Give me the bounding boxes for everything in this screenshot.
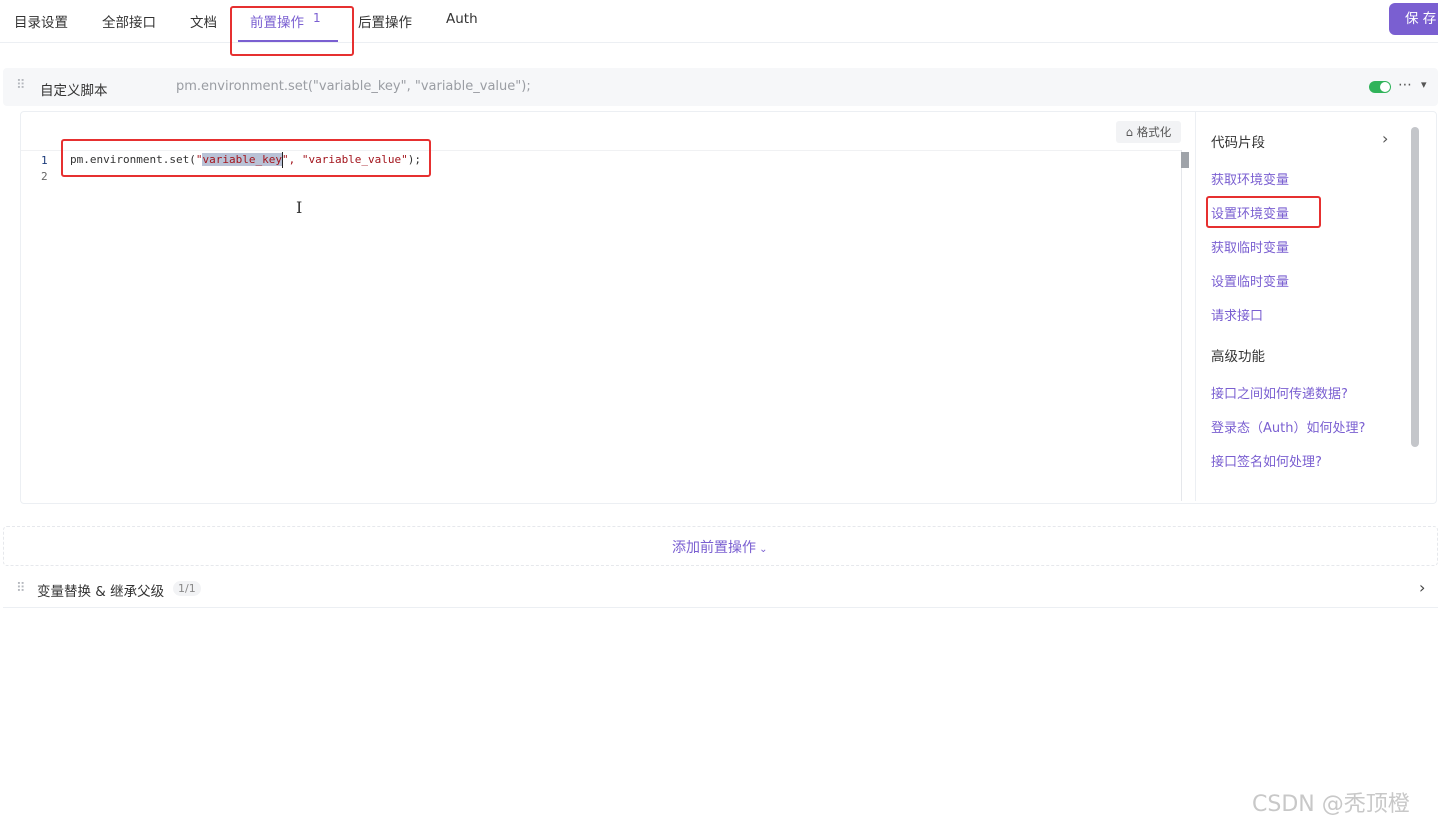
highlight-box-snippet (1206, 196, 1321, 228)
format-button-label: 格式化 (1136, 125, 1172, 139)
tab-post-operations[interactable]: 后置操作 (358, 11, 412, 31)
watermark: CSDN @秃顶橙 (1252, 792, 1410, 817)
ellipsis-icon[interactable]: ⋯ (1398, 77, 1412, 93)
chevron-down-icon[interactable]: ▾ (1421, 78, 1427, 91)
highlight-box-tab (230, 6, 354, 56)
tab-auth[interactable]: Auth (446, 11, 478, 27)
line-number: 1 (41, 154, 48, 167)
help-link-signature[interactable]: 接口签名如何处理? (1211, 451, 1322, 470)
help-link-pass-data[interactable]: 接口之间如何传递数据? (1211, 383, 1348, 402)
tab-all-endpoints[interactable]: 全部接口 (102, 11, 156, 31)
editor-divider (1181, 150, 1182, 501)
line-number: 2 (41, 170, 48, 183)
script-card-preview: pm.environment.set("variable_key", "vari… (176, 79, 531, 94)
tab-directory-settings[interactable]: 目录设置 (14, 11, 68, 31)
snippet-request-api[interactable]: 请求接口 (1211, 305, 1263, 324)
editor-scrollbar-thumb[interactable] (1181, 152, 1189, 168)
snippet-get-env-var[interactable]: 获取环境变量 (1211, 169, 1289, 188)
snippets-title: 代码片段 (1211, 135, 1265, 151)
snippet-panel-divider (1195, 112, 1196, 501)
add-pre-operation-label: 添加前置操作 (672, 540, 756, 556)
text-cursor-icon: I (296, 198, 303, 217)
chevron-right-icon[interactable]: › (1419, 578, 1425, 597)
snippet-panel-scrollbar[interactable] (1411, 127, 1419, 447)
variable-section-header[interactable] (3, 569, 1438, 608)
drag-handle-icon[interactable]: ⠿ (16, 78, 25, 93)
add-pre-operation-button[interactable]: 添加前置操作 ⌄ (672, 537, 768, 557)
highlight-box-code (61, 139, 431, 177)
script-card-title: 自定义脚本 (40, 83, 108, 99)
advanced-title: 高级功能 (1211, 349, 1265, 365)
snippet-set-temp-var[interactable]: 设置临时变量 (1211, 271, 1289, 290)
script-enabled-toggle[interactable] (1369, 81, 1391, 93)
save-button[interactable]: 保 存 (1389, 3, 1438, 35)
chevron-right-icon[interactable]: › (1382, 129, 1388, 148)
tab-bar: 目录设置 全部接口 文档 前置操作 1 后置操作 Auth (0, 0, 1438, 43)
variable-section-count: 1/1 (173, 581, 201, 596)
format-button[interactable]: ⌂ 格式化 (1116, 121, 1181, 143)
chevron-down-icon: ⌄ (756, 544, 768, 555)
toggle-knob (1380, 82, 1390, 92)
snippet-get-temp-var[interactable]: 获取临时变量 (1211, 237, 1289, 256)
tab-docs[interactable]: 文档 (190, 11, 217, 31)
broom-icon: ⌂ (1125, 125, 1137, 139)
help-link-auth[interactable]: 登录态（Auth）如何处理? (1211, 417, 1365, 436)
drag-handle-icon[interactable]: ⠿ (16, 581, 25, 596)
variable-section-title: 变量替换 & 继承父级 (37, 584, 165, 600)
